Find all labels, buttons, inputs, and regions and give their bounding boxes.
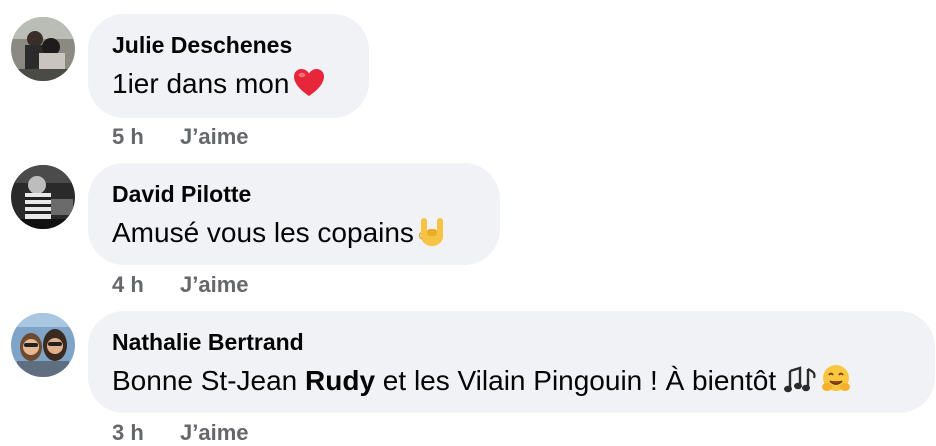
comment-bubble: Nathalie Bertrand Bonne St-Jean Rudy et … bbox=[88, 311, 935, 413]
comment-text: Bonne St-Jean Rudy et les Vilain Pingoui… bbox=[112, 363, 852, 404]
comment-bubble: David Pilotte Amusé vous les copains bbox=[88, 163, 500, 265]
avatar[interactable] bbox=[11, 165, 75, 229]
comment-author[interactable]: David Pilotte bbox=[112, 180, 251, 208]
like-button[interactable]: J’aime bbox=[180, 420, 249, 445]
mention-link[interactable]: Rudy bbox=[305, 365, 375, 396]
like-button[interactable]: J’aime bbox=[180, 272, 249, 297]
comment-meta: 5 h J’aime bbox=[112, 124, 249, 150]
comment-bubble: Julie Deschenes 1ier dans mon bbox=[88, 14, 369, 118]
avatar[interactable] bbox=[11, 17, 75, 81]
comment-timestamp[interactable]: 3 h bbox=[112, 420, 180, 446]
rock-hand-icon bbox=[418, 217, 446, 256]
avatar[interactable] bbox=[11, 313, 75, 377]
comment-timestamp[interactable]: 4 h bbox=[112, 272, 180, 298]
like-button[interactable]: J’aime bbox=[180, 124, 249, 149]
comment-meta: 4 h J’aime bbox=[112, 272, 249, 298]
comment-author[interactable]: Julie Deschenes bbox=[112, 31, 292, 59]
hugging-face-icon bbox=[820, 363, 852, 404]
comment-text: 1ier dans mon bbox=[112, 66, 325, 107]
red-heart-icon bbox=[293, 68, 325, 107]
comment-text: Amusé vous les copains bbox=[112, 215, 446, 256]
comment-author[interactable]: Nathalie Bertrand bbox=[112, 328, 304, 356]
comment-timestamp[interactable]: 5 h bbox=[112, 124, 180, 150]
musical-notes-icon bbox=[783, 365, 820, 404]
comment-meta: 3 h J’aime bbox=[112, 420, 249, 446]
